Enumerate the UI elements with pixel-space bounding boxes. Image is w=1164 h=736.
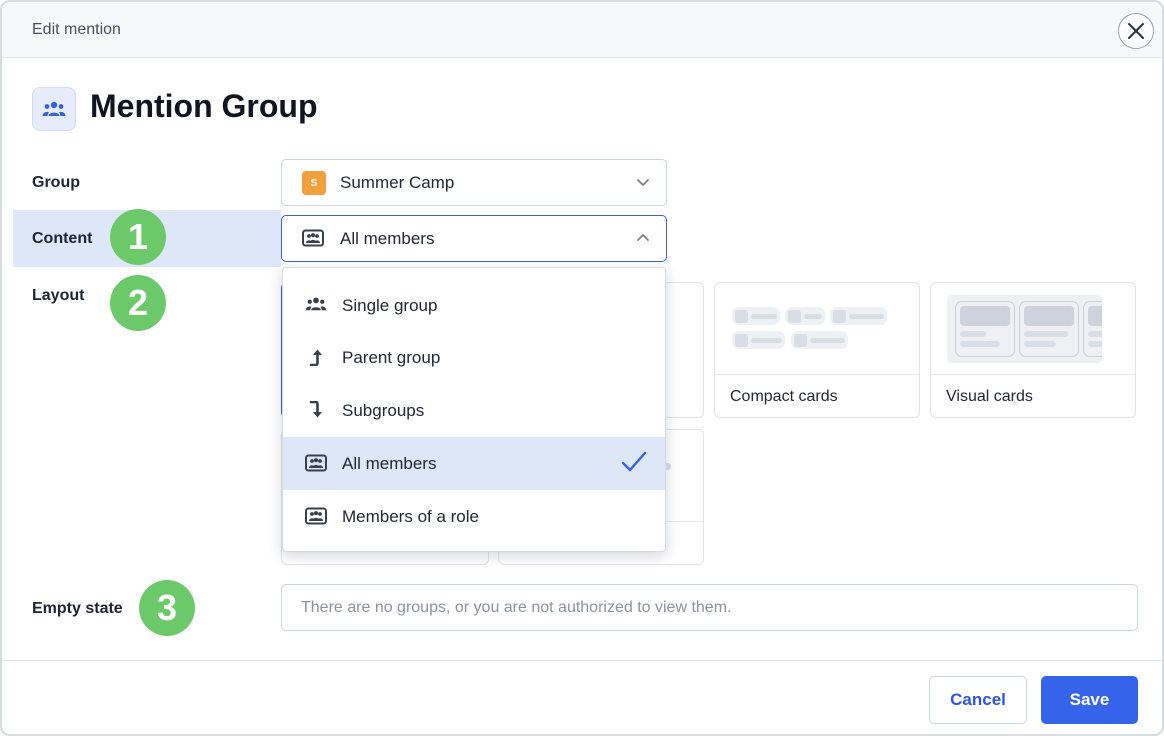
page-title: Mention Group [90, 88, 318, 124]
arrow-down-icon [309, 401, 322, 418]
content-select-value: All members [340, 228, 435, 248]
menu-item-label: Subgroups [342, 401, 425, 420]
empty-state-input[interactable] [281, 584, 1138, 631]
content-label: Content [32, 230, 93, 247]
group-select-value: Summer Camp [340, 172, 455, 192]
people-group-icon [42, 101, 66, 116]
checkmark-icon [621, 451, 647, 472]
content-dropdown-menu: Single group Parent group Subgroups All … [282, 267, 666, 552]
menu-item-members-of-a-role[interactable]: Members of a role [283, 490, 665, 543]
menu-item-single-group[interactable]: Single group [283, 279, 665, 332]
content-select[interactable]: All members [281, 215, 667, 262]
menu-item-label: Parent group [342, 348, 441, 367]
menu-item-parent-group[interactable]: Parent group [283, 331, 665, 384]
layout-card-compact-cards[interactable]: Compact cards [714, 282, 920, 418]
footer-divider [2, 660, 1162, 661]
cancel-button[interactable]: Cancel [929, 676, 1027, 724]
callout-badge-1: 1 [110, 209, 166, 265]
modal-header: Edit mention [2, 2, 1162, 58]
chevron-up-icon [637, 234, 649, 241]
members-icon [302, 229, 324, 247]
members-icon [305, 507, 327, 525]
menu-item-label: All members [342, 454, 437, 473]
chevron-down-icon [637, 179, 649, 186]
edit-mention-modal: Edit mention Mention Group Group S Summe… [0, 0, 1164, 736]
compact-cards-preview [715, 283, 919, 375]
menu-item-subgroups[interactable]: Subgroups [283, 384, 665, 437]
layout-card-visual-cards[interactable]: Visual cards [930, 282, 1136, 418]
callout-badge-3: 3 [139, 580, 195, 636]
modal-title: Edit mention [32, 21, 121, 38]
visual-cards-label: Visual cards [946, 388, 1033, 405]
menu-item-label: Single group [342, 296, 438, 315]
menu-item-all-members[interactable]: All members [283, 437, 665, 490]
save-button[interactable]: Save [1041, 676, 1138, 724]
menu-item-label: Members of a role [342, 507, 479, 526]
close-button[interactable] [1118, 13, 1154, 49]
callout-badge-2: 2 [110, 275, 166, 331]
close-icon [1128, 23, 1144, 39]
visual-cards-preview [931, 283, 1135, 375]
page-icon [32, 87, 76, 131]
group-label: Group [32, 174, 80, 191]
empty-state-label: Empty state [32, 600, 123, 617]
members-icon [305, 454, 327, 472]
layout-label: Layout [32, 287, 85, 304]
people-group-icon [305, 297, 327, 311]
compact-cards-label: Compact cards [730, 388, 838, 405]
group-select[interactable]: S Summer Camp [281, 159, 667, 206]
group-avatar: S [302, 171, 326, 195]
arrow-up-icon [309, 349, 322, 366]
